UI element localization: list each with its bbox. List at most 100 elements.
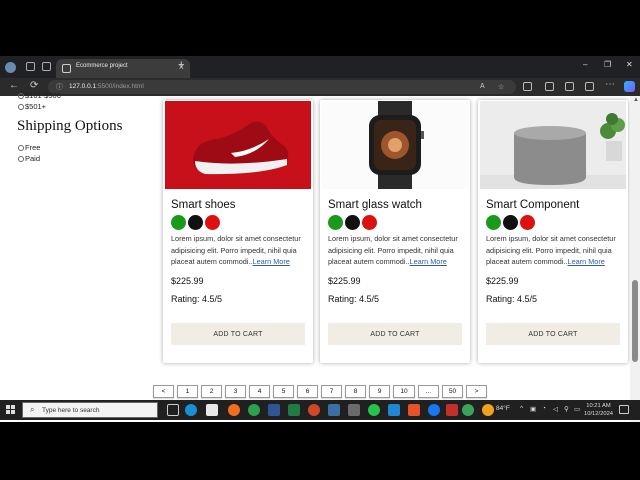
scrollbar-thumb[interactable] (632, 280, 638, 362)
page-button[interactable]: 4 (249, 385, 270, 398)
notifications-icon[interactable] (619, 405, 629, 414)
page-button[interactable]: 8 (345, 385, 366, 398)
app-icon[interactable] (348, 404, 360, 416)
windows-taskbar: ⌕ Type here to search 84°F ^ ▣ ◔ ◁ ⚲ ▭ 1… (0, 400, 640, 420)
whatsapp-icon[interactable] (368, 404, 380, 416)
page-button[interactable]: 5 (273, 385, 294, 398)
read-aloud-icon[interactable]: A (480, 83, 485, 90)
clock-time: 10:21 AM (586, 403, 611, 409)
color-swatch[interactable] (188, 215, 203, 230)
system-clock[interactable]: 10:21 AM 10/12/2024 (584, 402, 613, 418)
price-option[interactable]: $501+ (18, 102, 46, 111)
copilot-icon[interactable] (624, 81, 635, 92)
product-image-sneaker (165, 101, 311, 189)
facebook-icon[interactable] (428, 404, 440, 416)
page-button[interactable]: 10 (393, 385, 415, 398)
add-to-cart-button[interactable]: ADD TO CART (328, 323, 462, 345)
page-prev-button[interactable]: < (153, 385, 174, 398)
learn-more-link[interactable]: Learn More (253, 257, 290, 266)
page-ellipsis: ... (418, 385, 439, 398)
page-button[interactable]: 9 (369, 385, 390, 398)
product-price: $225.99 (328, 276, 361, 286)
edge-icon[interactable] (185, 404, 197, 416)
add-to-cart-button[interactable]: ADD TO CART (486, 323, 620, 345)
extensions-icon[interactable] (585, 82, 594, 91)
product-name: Smart Component (486, 199, 580, 211)
favorite-star-icon[interactable]: ☆ (498, 83, 504, 91)
page-scrollbar[interactable]: ▲ ▼ (630, 96, 640, 422)
microphone-icon[interactable]: ⚲ (564, 405, 569, 413)
color-swatch[interactable] (520, 215, 535, 230)
favorites-icon[interactable] (545, 82, 554, 91)
close-window-button[interactable]: ✕ (626, 60, 633, 69)
weather-temperature[interactable]: 84°F (496, 405, 510, 412)
shipping-option-free[interactable]: Free (18, 143, 40, 152)
tab-ecommerce-project[interactable]: Ecommerce project × (56, 59, 190, 78)
more-options-icon[interactable]: ⋯ (605, 79, 615, 90)
add-to-cart-button[interactable]: ADD TO CART (171, 323, 305, 345)
workspaces-icon[interactable] (26, 62, 35, 71)
taskbar-search-box[interactable]: ⌕ Type here to search (22, 402, 158, 418)
radio-button[interactable] (18, 92, 24, 99)
color-swatch[interactable] (205, 215, 220, 230)
word-icon[interactable] (268, 404, 280, 416)
page-button[interactable]: 7 (321, 385, 342, 398)
battery-icon[interactable]: ▭ (574, 405, 580, 413)
product-rating: Rating: 4.5/5 (486, 294, 538, 304)
app-icon[interactable] (308, 404, 320, 416)
page-button[interactable]: 2 (201, 385, 222, 398)
radio-button[interactable] (18, 103, 24, 110)
shipping-option-label: Paid (25, 154, 41, 163)
tab-favicon-icon (62, 64, 71, 73)
chrome-icon[interactable] (462, 404, 474, 416)
app-icon[interactable] (446, 404, 458, 416)
minimize-button[interactable]: – (583, 60, 587, 69)
page-next-button[interactable]: > (466, 385, 487, 398)
app-icon[interactable] (328, 404, 340, 416)
store-icon[interactable] (206, 404, 218, 416)
radio-button[interactable] (18, 144, 24, 151)
new-tab-button[interactable]: + (178, 59, 184, 71)
price-option[interactable]: $101-$500 (18, 91, 61, 100)
firefox-icon[interactable] (228, 404, 240, 416)
brave-icon[interactable] (408, 404, 420, 416)
page-button[interactable]: 3 (225, 385, 246, 398)
learn-more-link[interactable]: Learn More (568, 257, 605, 266)
learn-more-link[interactable]: Learn More (410, 257, 447, 266)
product-description: Lorem ipsum, dolor sit amet consectetur … (328, 233, 464, 268)
windows-start-icon[interactable] (6, 405, 15, 414)
profile-avatar[interactable] (5, 62, 16, 73)
chrome-icon[interactable] (248, 404, 260, 416)
page-button[interactable]: 6 (297, 385, 318, 398)
back-button[interactable]: ← (9, 80, 19, 91)
color-swatch[interactable] (362, 215, 377, 230)
scroll-up-icon[interactable]: ▲ (633, 97, 639, 103)
tray-chevron-icon[interactable]: ^ (520, 405, 523, 412)
product-image-watch (322, 101, 468, 189)
color-swatch[interactable] (328, 215, 343, 230)
volume-icon[interactable]: ◁ (553, 405, 558, 413)
vscode-icon[interactable] (388, 404, 400, 416)
tab-actions-icon[interactable] (42, 62, 51, 71)
radio-button[interactable] (18, 155, 24, 162)
product-price: $225.99 (171, 276, 204, 286)
page-button[interactable]: 1 (177, 385, 198, 398)
collections-icon[interactable] (565, 82, 574, 91)
maximize-button[interactable]: ❐ (604, 60, 611, 69)
color-swatch[interactable] (171, 215, 186, 230)
refresh-button[interactable]: ⟳ (30, 80, 38, 91)
color-swatch[interactable] (345, 215, 360, 230)
page-button[interactable]: 50 (442, 385, 463, 398)
color-swatch[interactable] (503, 215, 518, 230)
address-bar[interactable]: ⓘ 127.0.0.1:5500/index.html A ☆ (48, 80, 516, 94)
color-swatch[interactable] (486, 215, 501, 230)
task-view-icon[interactable] (167, 404, 179, 416)
excel-icon[interactable] (288, 404, 300, 416)
shipping-option-paid[interactable]: Paid (18, 154, 40, 163)
split-screen-icon[interactable] (523, 82, 532, 91)
clock-date: 10/12/2024 (584, 411, 614, 417)
product-description: Lorem ipsum, dolor sit amet consectetur … (171, 233, 307, 268)
network-icon[interactable]: ◔ (542, 405, 546, 412)
search-icon: ⌕ (30, 405, 35, 414)
tray-icon[interactable]: ▣ (530, 405, 536, 413)
